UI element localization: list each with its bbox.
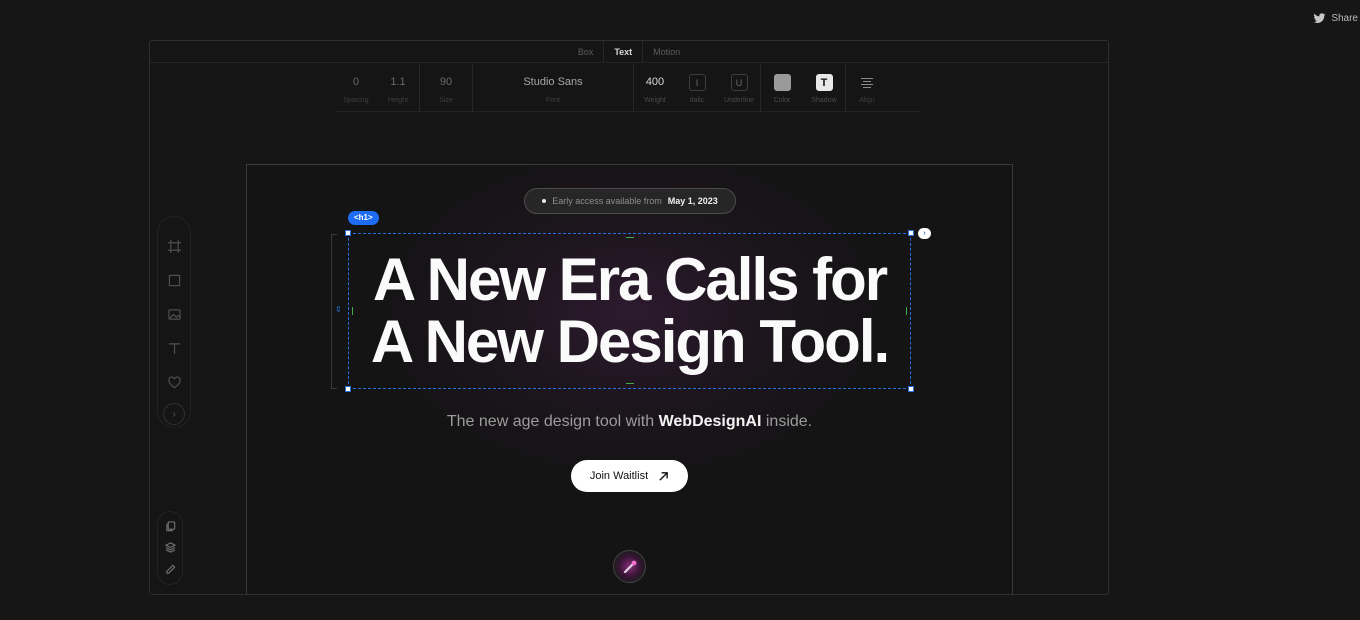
headline-line-2: A New Design Tool. (370, 308, 890, 375)
tab-box[interactable]: Box (568, 41, 604, 63)
hero-subtitle: The new age design tool with WebDesignAI… (247, 413, 1012, 431)
shadow-toggle[interactable]: T Shadow (803, 74, 845, 104)
element-tag-badge: <h1> (348, 211, 379, 225)
spacing-label: Spacing (343, 97, 369, 104)
line-height-control[interactable]: 1.1 Height (377, 74, 419, 104)
align-label: Align (859, 97, 875, 104)
line-height-value: 1.1 (390, 76, 406, 88)
underline-icon: U (730, 74, 748, 91)
font-value: Studio Sans (523, 76, 583, 88)
chevron-right-icon: › (172, 408, 176, 420)
bullet-icon (542, 199, 547, 203)
size-label: Size (439, 97, 453, 104)
design-canvas[interactable]: Early access available from May 1, 2023 … (246, 164, 1013, 594)
element-menu-button[interactable]: › (918, 228, 931, 239)
color-swatch-icon (773, 74, 791, 91)
resize-handle-bottom-right[interactable] (908, 386, 914, 392)
italic-icon: I (688, 74, 706, 91)
weight-label: Weight (644, 97, 666, 104)
resize-handle-top-left[interactable] (345, 230, 351, 236)
style-group: 400 Weight I Italic U Underline (634, 64, 761, 112)
text-toolbar: 0 Spacing 1.1 Height 90 Size Studio Sans… (335, 64, 921, 112)
tab-text[interactable]: Text (603, 41, 644, 63)
italic-toggle[interactable]: I Italic (676, 74, 718, 104)
font-group: Studio Sans Font (473, 64, 634, 112)
frame-icon (167, 239, 181, 253)
share-label: Share (1331, 13, 1358, 24)
resize-icon[interactable]: ⇕ (335, 305, 342, 314)
rectangle-tool[interactable] (157, 263, 191, 297)
font-label: Font (545, 97, 560, 104)
resize-handle-bottom-left[interactable] (345, 386, 351, 392)
size-group: 90 Size (420, 64, 473, 112)
image-tool[interactable] (157, 297, 191, 331)
tab-motion[interactable]: Motion (643, 41, 690, 63)
editor-window: Box Text Motion 0 Spacing 1.1 Height 90 … (149, 40, 1109, 595)
layers-icon[interactable] (164, 542, 176, 554)
text-tool[interactable] (157, 331, 191, 365)
size-control[interactable]: 90 Size (420, 74, 472, 104)
appearance-group: Color T Shadow (761, 64, 846, 112)
metrics-group: 0 Spacing 1.1 Height (335, 64, 420, 112)
italic-label: Italic (689, 97, 705, 104)
spacing-control[interactable]: 0 Spacing (335, 74, 377, 104)
early-access-badge: Early access available from May 1, 2023 (524, 188, 736, 214)
frame-tool[interactable] (157, 229, 191, 263)
padding-guide-bottom (626, 383, 634, 384)
chevron-right-icon: › (923, 230, 926, 237)
favorite-tool[interactable] (157, 365, 191, 399)
align-center-icon (859, 74, 876, 91)
weight-value: 400 (645, 76, 665, 88)
font-select[interactable]: Studio Sans Font (473, 74, 633, 104)
weight-control[interactable]: 400 Weight (634, 74, 676, 104)
line-height-label: Height (387, 97, 409, 104)
arrow-up-right-icon (659, 471, 668, 481)
color-label: Color (773, 97, 791, 104)
ai-assistant-button[interactable] (613, 550, 646, 583)
resize-handle-top-right[interactable] (908, 230, 914, 236)
subtitle-before: The new age design tool with (446, 413, 655, 430)
badge-text: Early access available from (552, 196, 662, 206)
copy-icon[interactable] (165, 521, 176, 532)
more-tools-button[interactable]: › (163, 403, 185, 425)
secondary-rail (157, 511, 183, 585)
badge-date: May 1, 2023 (667, 196, 718, 206)
share-button[interactable]: Share (1313, 12, 1358, 25)
underline-toggle[interactable]: U Underline (718, 74, 760, 104)
image-icon (167, 308, 181, 320)
subtitle-after: inside. (765, 413, 813, 430)
shadow-label: Shadow (811, 97, 837, 104)
tool-rail: › (157, 216, 191, 428)
join-waitlist-button[interactable]: Join Waitlist (571, 460, 688, 492)
pencil-icon[interactable] (165, 564, 176, 575)
headline-line-1: A New Era Calls for (372, 246, 888, 313)
text-icon (168, 342, 180, 354)
cta-label: Join Waitlist (589, 470, 649, 482)
square-icon (168, 274, 180, 286)
heart-icon (167, 375, 181, 388)
padding-guide-top (626, 237, 634, 238)
shadow-icon: T (815, 74, 833, 91)
color-picker[interactable]: Color (761, 74, 803, 104)
magic-wand-icon (623, 560, 636, 573)
mode-tabs: Box Text Motion (150, 41, 1108, 63)
spacing-value: 0 (352, 76, 360, 88)
align-control[interactable]: Align (846, 74, 888, 104)
underline-label: Underline (724, 97, 754, 104)
twitter-icon (1313, 13, 1326, 23)
hero-headline[interactable]: A New Era Calls for A New Design Tool. (348, 249, 911, 373)
subtitle-brand: WebDesignAI (658, 413, 762, 430)
size-value: 90 (439, 76, 453, 88)
align-group: Align (846, 64, 888, 112)
